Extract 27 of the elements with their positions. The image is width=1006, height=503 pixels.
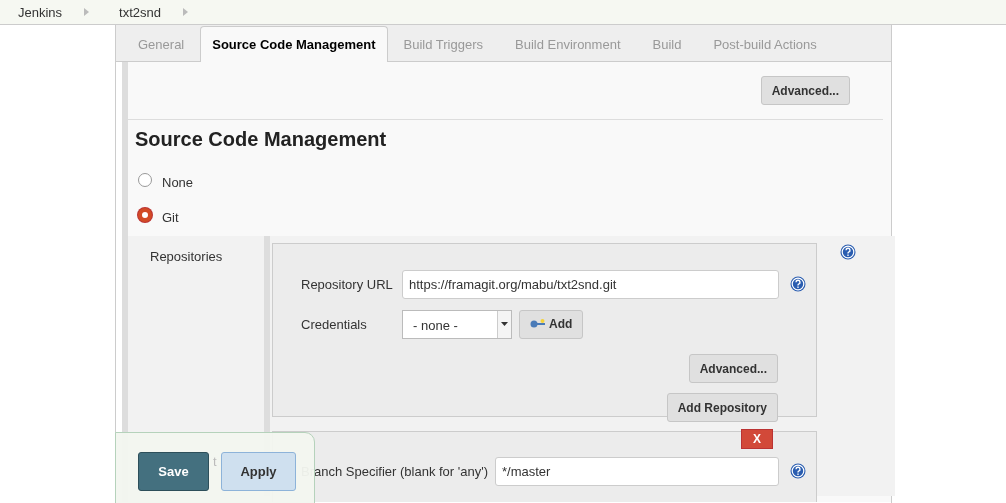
key-icon [530, 319, 546, 329]
radio-label: None [162, 175, 194, 190]
advanced-button[interactable]: Advanced... [688, 354, 778, 383]
help-icon[interactable] [790, 276, 806, 292]
add-repository-button[interactable]: Add Repository [666, 393, 778, 422]
radio-button[interactable] [138, 207, 152, 222]
field-label: t [213, 454, 218, 469]
breadcrumb-link[interactable]: Jenkins [18, 4, 63, 20]
advanced-button[interactable]: Advanced... [760, 76, 850, 105]
branch-specifier-field[interactable]: */master [495, 456, 779, 486]
dropdown-arrow-icon [501, 322, 508, 326]
radio-label: Git [162, 210, 179, 225]
field-label: Credentials [301, 316, 368, 332]
section-title: Source Code Management [134, 127, 388, 152]
save-button[interactable]: Save [138, 452, 209, 491]
delete-button[interactable]: X [741, 429, 773, 449]
field-label: Repositories [150, 249, 223, 264]
credentials-dropdown[interactable]: - none - [402, 309, 512, 339]
breadcrumb-link[interactable]: txt2snd [119, 4, 161, 20]
url-field[interactable]: https://framagit.org/mabu/txt2snd.git [402, 269, 779, 299]
radio-button[interactable] [138, 172, 152, 187]
add-button[interactable]: Add [519, 309, 584, 339]
help-icon[interactable] [840, 244, 856, 260]
help-icon[interactable] [790, 463, 806, 479]
apply-button[interactable]: Apply [221, 452, 296, 491]
tab[interactable]: Source Code Management [200, 26, 388, 62]
field-label: Repository URL [301, 276, 394, 292]
